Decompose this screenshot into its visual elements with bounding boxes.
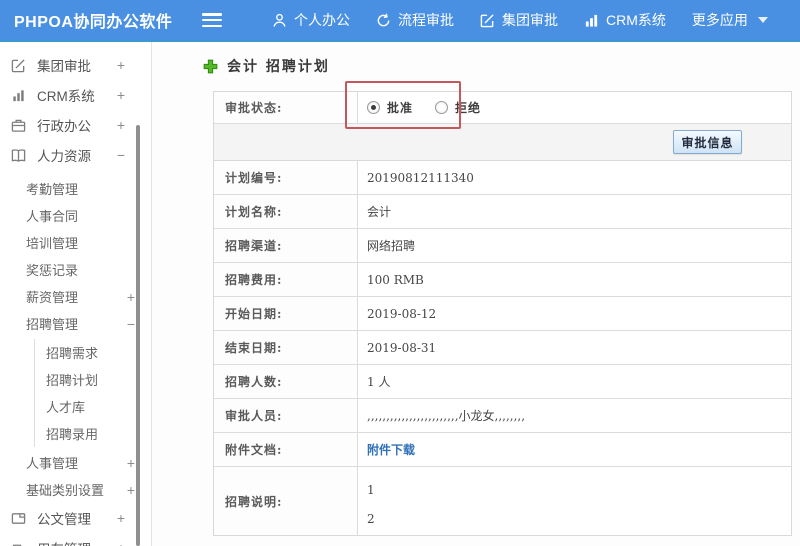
- table-row-recruit-notes: 招聘说明: 1 2: [214, 467, 791, 535]
- sidebar-item-admin-office[interactable]: 行政办公 +: [0, 110, 151, 140]
- approval-radio-group: 批准 拒绝: [367, 99, 503, 116]
- sidebar-item-crm-system[interactable]: CRM系统 +: [0, 80, 151, 110]
- approval-info-button[interactable]: 审批信息: [673, 130, 742, 154]
- nav-label: CRM系统: [606, 12, 666, 28]
- nav-process-approval[interactable]: 流程审批: [376, 10, 454, 30]
- car-icon: [11, 540, 28, 546]
- sidebar-scrollbar-thumb[interactable]: [136, 125, 140, 546]
- sidebar-item-recruit-plan[interactable]: 招聘计划: [35, 366, 151, 393]
- bar-chart-icon: [11, 87, 28, 104]
- nav-crm-system[interactable]: CRM系统: [584, 10, 666, 30]
- table-row-headcount: 招聘人数: 1 人: [214, 365, 791, 399]
- nav-label: 个人办公: [294, 12, 350, 28]
- process-icon: [377, 13, 390, 26]
- content-area: 会计 招聘计划 审批状态: 批准 拒绝 审批信息 计划编号: 201908121…: [152, 42, 800, 546]
- sidebar-item-recruit-mgmt[interactable]: 招聘管理 −: [0, 310, 151, 337]
- sidebar-item-personnel-mgmt[interactable]: 人事管理 +: [0, 449, 151, 476]
- nav-label: 更多应用: [691, 12, 748, 28]
- nav-group-approval[interactable]: 集团审批: [480, 10, 558, 30]
- table-row-attachment: 附件文档: 附件下载: [214, 433, 791, 467]
- sidebar-item-recruit-demand[interactable]: 招聘需求: [35, 339, 151, 366]
- edit-icon: [11, 57, 28, 74]
- sidebar-item-talent-pool[interactable]: 人才库: [35, 393, 151, 420]
- person-icon: [273, 13, 286, 27]
- button-row: 审批信息: [214, 124, 791, 160]
- recruit-submenu: 招聘需求 招聘计划 人才库 招聘录用: [34, 339, 151, 447]
- sidebar-item-base-category[interactable]: 基础类别设置 +: [0, 476, 151, 503]
- document-icon: [11, 510, 28, 527]
- nav-label: 集团审批: [502, 12, 558, 28]
- sidebar-item-attendance-mgmt[interactable]: 考勤管理: [0, 175, 151, 202]
- radio-approve[interactable]: 批准: [367, 99, 413, 116]
- sidebar-item-salary-mgmt[interactable]: 薪资管理 +: [0, 283, 151, 310]
- expand-icon[interactable]: +: [117, 87, 141, 103]
- sidebar-item-vehicle-mgmt[interactable]: 用车管理 +: [0, 533, 151, 546]
- app-window: PHPOA协同办公软件 个人办公 流程审批 集团审批 CRM系统 更多应用 集团…: [0, 0, 800, 546]
- nav-label: 流程审批: [398, 12, 454, 28]
- sidebar: 集团审批 + CRM系统 + 行政办公 + 人力资源 − 考勤管理 人事合同 培…: [0, 42, 152, 546]
- sidebar-item-training-mgmt[interactable]: 培训管理: [0, 229, 151, 256]
- add-icon[interactable]: [203, 59, 218, 74]
- menu-toggle-icon[interactable]: [202, 13, 222, 27]
- book-icon: [11, 147, 28, 164]
- nav-personal-office[interactable]: 个人办公: [272, 10, 350, 30]
- app-logo: PHPOA协同办公软件: [14, 14, 173, 31]
- attachment-download-link[interactable]: 附件下载: [367, 441, 415, 458]
- plan-detail-table: 计划编号: 20190812111340 计划名称: 会计 招聘渠道: 网络招聘…: [213, 161, 792, 536]
- table-row-plan-number: 计划编号: 20190812111340: [214, 161, 791, 195]
- sidebar-item-group-approval[interactable]: 集团审批 +: [0, 50, 151, 80]
- note-line: 2: [367, 512, 375, 526]
- sidebar-item-document-mgmt[interactable]: 公文管理 +: [0, 503, 151, 533]
- table-row-plan-name: 计划名称: 会计: [214, 195, 791, 229]
- note-line: 1: [367, 483, 375, 497]
- nav-more-apps[interactable]: 更多应用: [692, 10, 768, 30]
- top-bar: PHPOA协同办公软件 个人办公 流程审批 集团审批 CRM系统 更多应用: [0, 0, 800, 42]
- approval-status-table: 审批状态: 批准 拒绝 审批信息: [213, 91, 792, 161]
- sidebar-item-human-resources[interactable]: 人力资源 −: [0, 140, 151, 170]
- sidebar-item-reward-punish[interactable]: 奖惩记录: [0, 256, 151, 283]
- radio-reject[interactable]: 拒绝: [435, 99, 481, 116]
- status-label: 审批状态:: [214, 92, 358, 123]
- radio-reject-button[interactable]: [435, 101, 449, 114]
- expand-icon[interactable]: +: [117, 57, 141, 73]
- table-row-approvers: 审批人员: ,,,,,,,,,,,,,,,,,,,,,,,,小龙女,,,,,,,…: [214, 399, 791, 433]
- table-row-recruit-channel: 招聘渠道: 网络招聘: [214, 229, 791, 263]
- page-title: 会计 招聘计划: [227, 59, 330, 75]
- table-row-end-date: 结束日期: 2019-08-31: [214, 331, 791, 365]
- page-header: 会计 招聘计划: [152, 42, 800, 77]
- radio-approve-button[interactable]: [367, 101, 380, 114]
- briefcase-icon: [11, 117, 28, 134]
- hr-submenu: 考勤管理 人事合同 培训管理 奖惩记录 薪资管理 + 招聘管理 − 招聘需求 招聘计…: [0, 175, 151, 503]
- sidebar-item-recruit-hire[interactable]: 招聘录用: [35, 420, 151, 447]
- table-row-start-date: 开始日期: 2019-08-12: [214, 297, 791, 331]
- edit-icon: [480, 13, 494, 27]
- caret-down-icon: [757, 17, 768, 23]
- status-row: 审批状态: 批准 拒绝: [214, 92, 791, 124]
- top-nav: 个人办公 流程审批 集团审批 CRM系统 更多应用: [246, 10, 768, 30]
- table-row-recruit-cost: 招聘费用: 100 RMB: [214, 263, 791, 297]
- bar-chart-icon: [585, 14, 598, 27]
- sidebar-item-hr-contract[interactable]: 人事合同: [0, 202, 151, 229]
